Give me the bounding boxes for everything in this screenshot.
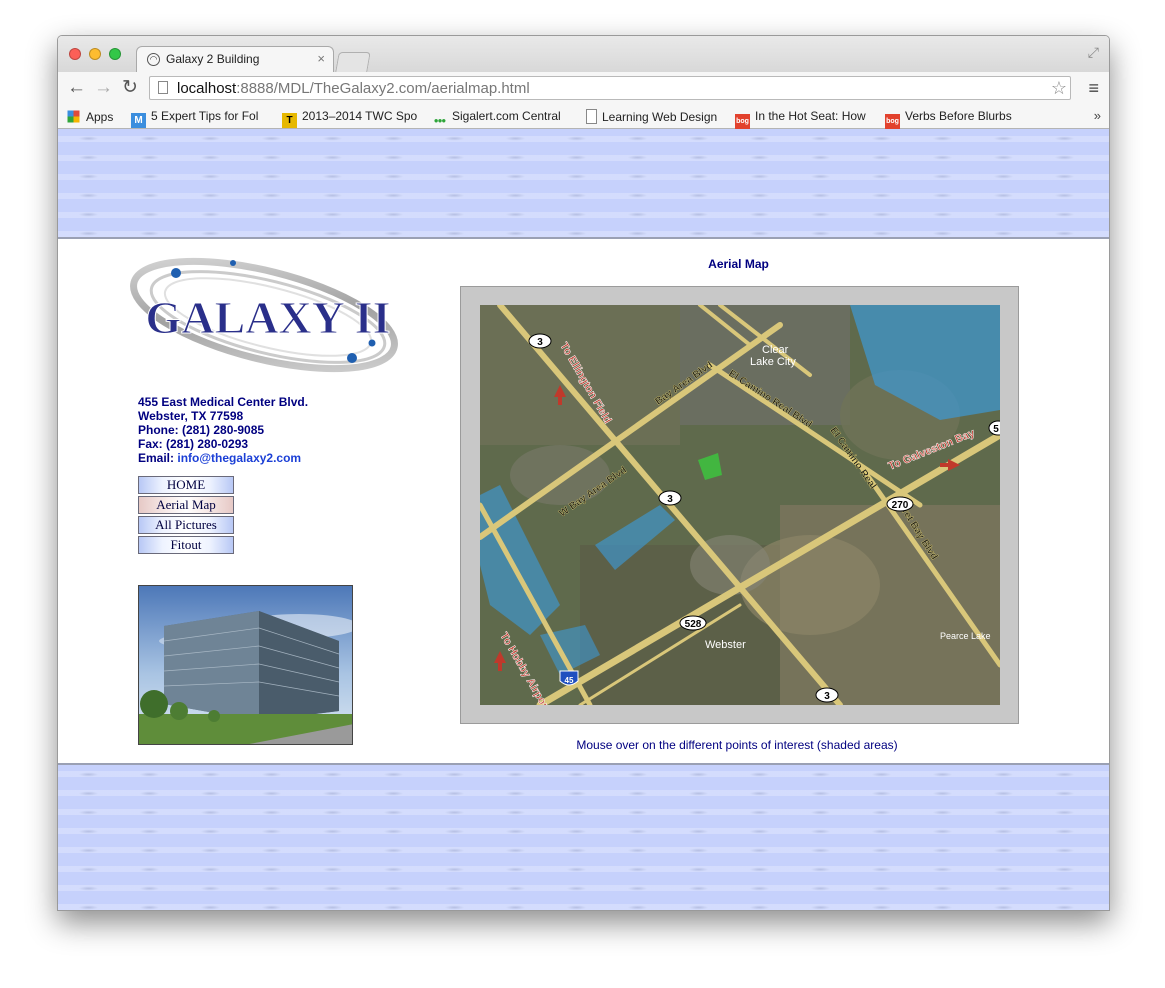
bookmark-label: Apps xyxy=(86,110,114,124)
svg-text:3: 3 xyxy=(537,337,543,348)
reload-icon[interactable]: ↻ xyxy=(122,78,138,98)
twc-icon: T xyxy=(282,113,297,128)
highway-shield-3-icon: 3 xyxy=(815,687,839,703)
bookmark-label: 5 Expert Tips for Fol xyxy=(151,109,259,123)
page-viewport: GALAXY II 455 East Medical Center Blvd. … xyxy=(58,129,1109,910)
fax-number: Fax: (281) 280-0293 xyxy=(138,437,249,451)
url-path: :8888/MDL/TheGalaxy2.com/aerialmap.html xyxy=(236,80,530,97)
minimize-window-button[interactable] xyxy=(89,48,101,60)
svg-text:5: 5 xyxy=(993,424,999,435)
browser-toolbar: ← → ↻ localhost:8888/MDL/TheGalaxy2.com/… xyxy=(58,72,1109,104)
email-label: Email: xyxy=(138,451,178,465)
address-street: 455 East Medical Center Blvd. xyxy=(138,395,309,409)
bookmark-label: Learning Web Design xyxy=(602,110,718,124)
highway-shield-270-icon: 270 xyxy=(886,496,914,512)
address-city: Webster, TX 77598 xyxy=(138,409,244,423)
bookmark-label: Sigalert.com Central xyxy=(452,109,561,123)
url-host: localhost xyxy=(177,80,237,97)
map-caption: Mouse over on the different points of in… xyxy=(576,738,898,752)
highway-shield-3-icon: 3 xyxy=(658,490,682,506)
phone-number: Phone: (281) 280-9085 xyxy=(138,423,265,437)
contact-info: 455 East Medical Center Blvd. Webster, T… xyxy=(138,395,308,465)
logo-text: GALAXY II xyxy=(146,292,391,343)
svg-text:3: 3 xyxy=(667,494,673,505)
nav-fitout-button[interactable]: Fitout xyxy=(138,536,234,554)
nav-all-pictures-button[interactable]: All Pictures xyxy=(138,516,234,534)
nav-home-button[interactable]: HOME xyxy=(138,476,234,494)
browser-window: ◠ Galaxy 2 Building × ⤢ ← → ↻ localhost:… xyxy=(57,35,1110,911)
apps-grid-icon xyxy=(67,110,80,123)
bog-icon: bog xyxy=(735,114,750,129)
bookmark-verbs-before-blurbs[interactable]: bog Verbs Before Blurbs xyxy=(885,109,1020,129)
email-line: Email: info@thegalaxy2.com xyxy=(138,451,308,465)
svg-text:270: 270 xyxy=(892,500,909,511)
map-label-pearce-lake: Pearce Lake xyxy=(940,631,991,641)
zoom-window-button[interactable] xyxy=(109,48,121,60)
email-link[interactable]: info@thegalaxy2.com xyxy=(177,451,301,465)
highway-shield-3-icon: 3 xyxy=(528,333,552,349)
m-icon: M xyxy=(131,113,146,128)
traffic-light-icon: ●●● xyxy=(433,116,447,125)
map-title: Aerial Map xyxy=(708,257,769,271)
bookmark-label: Verbs Before Blurbs xyxy=(905,109,1012,123)
favicon-icon: ◠ xyxy=(147,53,160,66)
bookmark-star-icon[interactable]: ☆ xyxy=(1051,78,1067,99)
map-label-clear-lake-1: Clear xyxy=(762,344,789,356)
bog-icon: bog xyxy=(885,114,900,129)
url-text[interactable]: localhost:8888/MDL/TheGalaxy2.com/aerial… xyxy=(177,80,530,97)
bookmark-hot-seat[interactable]: bog In the Hot Seat: How xyxy=(735,109,873,129)
map-label-clear-lake-2: Lake City xyxy=(750,356,796,368)
nav-aerial-map-button[interactable]: Aerial Map xyxy=(138,496,234,514)
interstate-shield-45-icon: 45 xyxy=(559,670,579,686)
close-tab-icon[interactable]: × xyxy=(317,51,325,66)
tab-galaxy2[interactable]: ◠ Galaxy 2 Building × xyxy=(136,46,334,73)
map-frame: To Ellington Field To Galveston Bay To H… xyxy=(460,286,1019,724)
bookmark-apps[interactable]: Apps xyxy=(66,109,121,124)
bookmark-learning-web-design[interactable]: Learning Web Design xyxy=(586,109,721,124)
bookmark-twc[interactable]: T 2013–2014 TWC Spo xyxy=(282,109,420,128)
bookmark-label: 2013–2014 TWC Spo xyxy=(302,109,418,123)
svg-text:3: 3 xyxy=(824,691,830,702)
header-pattern-band xyxy=(58,129,1109,237)
forward-arrow-icon[interactable]: → xyxy=(94,78,113,98)
bookmark-expert-tips[interactable]: M 5 Expert Tips for Fol xyxy=(131,109,266,128)
highway-shield-528-icon: 528 xyxy=(679,615,707,631)
page-icon xyxy=(586,109,597,124)
more-bookmarks-chevron-icon[interactable]: » xyxy=(1094,108,1101,123)
fullscreen-icon[interactable]: ⤢ xyxy=(1088,44,1099,61)
aerial-map[interactable]: To Ellington Field To Galveston Bay To H… xyxy=(480,305,1000,705)
galaxy-logo: GALAXY II xyxy=(130,257,398,373)
page-icon xyxy=(158,81,168,94)
new-tab-button[interactable] xyxy=(335,52,371,72)
bookmark-sigalert[interactable]: ●●● Sigalert.com Central xyxy=(432,109,570,128)
menu-icon[interactable]: ≡ xyxy=(1088,78,1099,99)
back-arrow-icon[interactable]: ← xyxy=(67,78,86,98)
tab-strip: ◠ Galaxy 2 Building × ⤢ xyxy=(58,36,1109,73)
close-window-button[interactable] xyxy=(69,48,81,60)
svg-text:528: 528 xyxy=(685,619,702,630)
tab-title: Galaxy 2 Building xyxy=(166,52,260,66)
building-photo xyxy=(138,585,353,745)
bookmarks-bar: Apps M 5 Expert Tips for Fol T 2013–2014 T… xyxy=(58,104,1109,129)
map-label-webster: Webster xyxy=(705,639,746,651)
bookmark-label: In the Hot Seat: How xyxy=(755,109,866,123)
content-area: GALAXY II 455 East Medical Center Blvd. … xyxy=(58,237,1109,765)
footer-pattern-band xyxy=(58,765,1109,910)
address-bar[interactable]: localhost:8888/MDL/TheGalaxy2.com/aerial… xyxy=(149,76,1071,100)
svg-text:45: 45 xyxy=(565,676,574,685)
